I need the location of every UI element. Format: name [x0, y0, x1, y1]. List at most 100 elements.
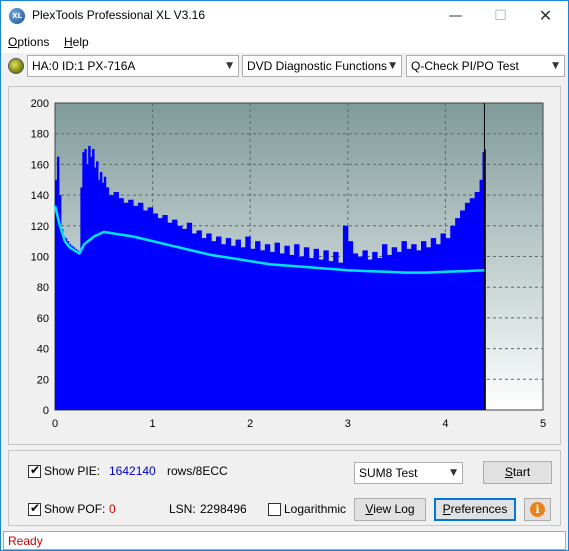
minimize-button[interactable]: — [433, 1, 478, 31]
pie-bar [294, 244, 300, 410]
maximize-button[interactable]: ☐ [478, 1, 523, 31]
toolbar: HA:0 ID:1 PX-716A ▼ DVD Diagnostic Functi… [1, 53, 568, 80]
sum-test-select[interactable]: SUM8 Test ▼ [354, 462, 463, 484]
pie-bar [381, 244, 388, 410]
close-button[interactable]: ✕ [523, 1, 568, 31]
pie-bar [323, 250, 329, 410]
pie-bar [333, 251, 339, 410]
pie-bar [464, 202, 471, 410]
pie-bar [284, 245, 290, 410]
y-tick-label: 100 [31, 252, 49, 264]
pie-bar [206, 233, 212, 410]
status-bar: Ready [3, 531, 566, 550]
y-tick-label: 180 [31, 129, 49, 141]
pie-bar [289, 254, 295, 410]
x-tick-label: 0 [52, 418, 58, 430]
start-button[interactable]: Start [483, 461, 552, 484]
pie-bar [411, 244, 417, 410]
pie-bar [469, 198, 476, 410]
x-tick-label: 5 [540, 418, 546, 430]
pie-bar [113, 192, 119, 410]
lsn-label: LSN: [169, 502, 196, 516]
preferences-button[interactable]: Preferences [434, 498, 516, 521]
info-button[interactable]: i [524, 498, 551, 521]
menu-options[interactable]: Options [8, 35, 49, 49]
pie-chart-plot: 0 20 40 60 80 100 120 140 160 180 200 0 1 2 3 4 5 [31, 98, 546, 430]
checkmark-icon: ✔ [30, 501, 41, 515]
pie-bar [279, 253, 285, 410]
pie-bar [328, 261, 334, 410]
pie-bar [299, 256, 305, 410]
pie-bar [367, 259, 373, 410]
pof-value: 0 [109, 502, 116, 516]
y-tick-label: 40 [37, 344, 49, 356]
show-pof-label: Show POF: [44, 502, 106, 516]
window-title: PlexTools Professional XL V3.16 [32, 8, 205, 22]
app-window: XL PlexTools Professional XL V3.16 — ☐ ✕… [0, 0, 569, 551]
pie-bar [167, 222, 173, 410]
show-pie-label: Show PIE: [44, 464, 101, 478]
pie-bar [440, 233, 446, 410]
pie-bar [172, 219, 178, 410]
pie-bar [274, 242, 280, 410]
pie-bar [357, 256, 363, 410]
pie-bar [250, 248, 256, 410]
pie-unit: rows/8ECC [167, 464, 228, 478]
pie-bar [377, 258, 383, 410]
pie-bar [225, 238, 232, 410]
pie-bar [421, 241, 427, 410]
chevron-down-icon: ▼ [389, 61, 396, 71]
pie-bar [177, 225, 183, 410]
chevron-down-icon: ▼ [552, 61, 559, 71]
menu-bar: Options Help [1, 31, 568, 53]
chart-panel: 0 20 40 60 80 100 120 140 160 180 200 0 1 2 3 4 5 [8, 86, 561, 445]
pie-bar [460, 210, 466, 410]
pie-bar [269, 251, 276, 410]
x-tick-label: 2 [247, 418, 253, 430]
pie-bar [401, 241, 407, 410]
pie-bar [308, 258, 315, 410]
controls-panel: ✔ Show PIE: 1642140 rows/8ECC ✔ Show POF… [8, 450, 561, 526]
title-bar: XL PlexTools Professional XL V3.16 — ☐ ✕ [1, 1, 568, 31]
pie-bar [430, 238, 437, 410]
pie-bar [191, 233, 198, 410]
y-tick-label: 120 [31, 221, 49, 233]
pie-bar [216, 236, 222, 410]
pie-bar [416, 250, 422, 410]
pie-bar [445, 238, 451, 410]
pie-bar [211, 241, 217, 410]
x-tick-label: 1 [150, 418, 156, 430]
pie-bar [450, 225, 456, 410]
info-icon: i [530, 502, 545, 517]
pie-bar [479, 179, 483, 410]
y-tick-label: 160 [31, 159, 49, 171]
drive-select[interactable]: HA:0 ID:1 PX-716A ▼ [27, 55, 239, 77]
chevron-down-icon: ▼ [450, 468, 457, 478]
function-select[interactable]: DVD Diagnostic Functions ▼ [242, 55, 402, 77]
status-text: Ready [8, 534, 43, 548]
show-pof-checkbox[interactable]: ✔ [28, 501, 41, 516]
app-logo-icon: XL [9, 8, 25, 24]
checkmark-icon: ✔ [30, 463, 41, 477]
pie-bar [128, 199, 134, 410]
pie-bar [108, 195, 115, 410]
pie-bar [372, 251, 378, 410]
logarithmic-label: Logarithmic [284, 502, 347, 516]
lsn-value: 2298496 [200, 502, 247, 516]
logarithmic-checkbox[interactable] [268, 503, 281, 516]
menu-help[interactable]: Help [64, 35, 89, 49]
pie-bar [105, 187, 110, 410]
pie-bar [474, 192, 481, 410]
pie-bar [240, 247, 246, 410]
test-select[interactable]: Q-Check PI/PO Test ▼ [406, 55, 565, 77]
pie-bar [196, 230, 202, 410]
drive-disc-icon [8, 58, 24, 74]
pie-bar [313, 248, 320, 410]
pie-bar [396, 251, 402, 410]
pie-bar [386, 254, 393, 410]
pie-bar [230, 245, 237, 410]
x-tick-label: 4 [442, 418, 448, 430]
view-log-button[interactable]: View Log [354, 498, 426, 521]
show-pie-checkbox[interactable]: ✔ [28, 463, 41, 478]
y-tick-label: 200 [31, 98, 49, 110]
